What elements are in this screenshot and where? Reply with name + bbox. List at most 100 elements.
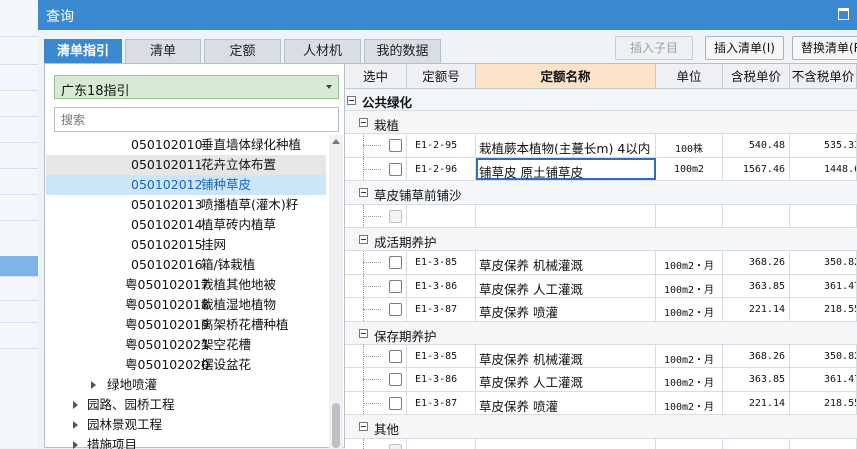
collapse-icon[interactable] — [359, 422, 368, 432]
row-checkbox[interactable] — [389, 139, 402, 153]
replace-list-button[interactable]: 替换清单(R — [792, 36, 857, 60]
name-cell[interactable]: 草皮保养 机械灌溉 — [476, 251, 656, 274]
column-header-code[interactable]: 定额号 — [407, 64, 476, 89]
grid-empty-row[interactable] — [345, 438, 857, 449]
code-cell[interactable]: E1-3-85 — [407, 251, 476, 274]
row-checkbox[interactable] — [389, 279, 402, 293]
unit-cell[interactable]: 100m2・月 — [656, 368, 723, 391]
column-header-price[interactable]: 含税单价 — [723, 64, 790, 89]
code-cell[interactable]: E1-3-86 — [407, 274, 476, 298]
code-cell[interactable]: E1-3-87 — [407, 391, 476, 415]
tree-item[interactable]: 粤050102018 栽植湿地植物 — [46, 295, 326, 315]
grid-group-row[interactable]: 栽植 — [345, 111, 857, 135]
tree-item[interactable]: 措施项目 — [46, 435, 326, 449]
price-cell[interactable]: 363.85 — [723, 368, 790, 391]
scroll-up-icon[interactable] — [332, 139, 340, 144]
unit-cell[interactable]: 100m2・月 — [656, 251, 723, 274]
tree-item[interactable]: 园林景观工程 — [46, 415, 326, 435]
tree-item[interactable]: 粤050102021 架空花槽 — [46, 335, 326, 355]
name-cell[interactable]: 铺草皮 原土铺草皮 — [476, 157, 656, 181]
code-cell[interactable] — [407, 438, 476, 449]
collapse-icon[interactable] — [359, 328, 368, 338]
dialog-titlebar[interactable]: 查询 — [38, 0, 857, 30]
tree-item[interactable]: 050102015 挂网 — [46, 235, 326, 255]
unit-cell[interactable]: 100m2 — [656, 157, 723, 181]
select-cell[interactable] — [345, 134, 407, 157]
row-checkbox[interactable] — [389, 443, 402, 449]
grid-row[interactable]: E1-2-95 栽植蕨本植物(主蔓长m) 4以内 100株 540.48 535.33 — [345, 134, 857, 158]
name-cell[interactable]: 栽植蕨本植物(主蔓长m) 4以内 — [476, 134, 656, 157]
name-cell[interactable] — [476, 204, 656, 227]
price-ex-tax-cell[interactable] — [790, 204, 857, 227]
name-cell[interactable]: 草皮保养 机械灌溉 — [476, 345, 656, 368]
price-ex-tax-cell[interactable] — [790, 438, 857, 449]
row-checkbox[interactable] — [389, 256, 402, 270]
tree-item[interactable]: 050102012 铺种草皮 — [46, 175, 326, 195]
price-cell[interactable]: 368.26 — [723, 345, 790, 368]
unit-cell[interactable]: 100m2・月 — [656, 274, 723, 298]
grid-group-row[interactable]: 成活期养护 — [345, 228, 857, 252]
price-cell[interactable]: 221.14 — [723, 298, 790, 321]
grid-row[interactable]: E1-3-87 草皮保养 喷灌 100m2・月 221.14 218.55 — [345, 298, 857, 322]
expand-arrow-icon[interactable] — [73, 421, 78, 429]
code-cell[interactable]: E1-3-85 — [407, 345, 476, 368]
grid-row[interactable]: E1-3-86 草皮保养 人工灌溉 100m2・月 363.85 361.47 — [345, 274, 857, 299]
unit-cell[interactable] — [656, 438, 723, 449]
price-ex-tax-cell[interactable]: 350.82 — [790, 345, 857, 368]
collapse-icon[interactable] — [359, 118, 368, 127]
select-cell[interactable] — [345, 204, 407, 227]
name-cell[interactable]: 草皮保养 人工灌溉 — [476, 368, 656, 391]
name-cell[interactable]: 草皮保养 喷灌 — [476, 298, 656, 321]
price-cell[interactable]: 1567.46 — [723, 157, 790, 181]
select-cell[interactable] — [345, 298, 407, 321]
insert-list-button[interactable]: 插入清单(I) — [705, 36, 784, 60]
name-cell[interactable] — [476, 438, 656, 449]
tree-item[interactable]: 粤050102019 高架桥花槽种植 — [46, 315, 326, 335]
name-cell[interactable]: 草皮保养 人工灌溉 — [476, 274, 656, 298]
search-input[interactable] — [54, 107, 339, 132]
tree-item[interactable]: 粤050102017 栽植其他地被 — [46, 275, 326, 295]
tree-item[interactable]: 050102014 植草砖内植草 — [46, 215, 326, 235]
grid-row[interactable]: E1-3-85 草皮保养 机械灌溉 100m2・月 368.26 350.82 — [345, 345, 857, 369]
price-cell[interactable]: 363.85 — [723, 274, 790, 298]
grid-root-row[interactable]: 公共绿化 — [345, 89, 857, 111]
tree-item[interactable]: 050102010 垂直墙体绿化种植 — [46, 135, 326, 155]
row-checkbox[interactable] — [389, 303, 402, 317]
tab-my-data[interactable]: 我的数据 — [364, 39, 441, 63]
scrollbar-thumb[interactable] — [332, 403, 340, 448]
select-cell[interactable] — [345, 368, 407, 391]
code-cell[interactable]: E1-2-95 — [407, 134, 476, 157]
grid-row[interactable]: E1-3-86 草皮保养 人工灌溉 100m2・月 363.85 361.47 — [345, 368, 857, 392]
tree-item[interactable]: 粤050102020 摆设盆花 — [46, 355, 326, 375]
guide-select[interactable]: 广东18指引 — [54, 75, 339, 99]
collapse-icon[interactable] — [359, 188, 368, 198]
expand-arrow-icon[interactable] — [73, 401, 78, 409]
tree-item[interactable]: 050102011 花卉立体布置 — [46, 155, 326, 175]
row-checkbox[interactable] — [389, 396, 402, 410]
insert-child-button[interactable]: 插入子目 — [615, 36, 693, 60]
grid-group-row[interactable]: 保存期养护 — [345, 321, 857, 345]
select-cell[interactable] — [345, 391, 407, 415]
price-ex-tax-cell[interactable]: 218.55 — [790, 298, 857, 321]
unit-cell[interactable]: 100m2・月 — [656, 298, 723, 321]
price-cell[interactable]: 221.14 — [723, 391, 790, 415]
unit-cell[interactable]: 100m2・月 — [656, 345, 723, 368]
unit-cell[interactable]: 100m2・月 — [656, 391, 723, 415]
expand-arrow-icon[interactable] — [91, 381, 96, 389]
collapse-icon[interactable] — [359, 235, 368, 244]
grid-row[interactable]: E1-3-85 草皮保养 机械灌溉 100m2・月 368.26 350.82 — [345, 251, 857, 275]
price-cell[interactable] — [723, 204, 790, 227]
code-cell[interactable]: E1-3-87 — [407, 298, 476, 321]
collapse-icon[interactable] — [347, 96, 356, 105]
grid-empty-row[interactable] — [345, 204, 857, 228]
tree-item[interactable]: 050102016 箱/钵栽植 — [46, 255, 326, 275]
tree-scrollbar[interactable] — [329, 135, 343, 448]
price-ex-tax-cell[interactable]: 218.55 — [790, 391, 857, 415]
tree-item[interactable]: 园路、园桥工程 — [46, 395, 326, 415]
column-header-price-ex-tax[interactable]: 不含税单价 — [790, 64, 857, 89]
unit-cell[interactable]: 100株 — [656, 134, 723, 157]
tab-guide[interactable]: 清单指引 — [44, 39, 122, 63]
price-ex-tax-cell[interactable]: 361.47 — [790, 368, 857, 391]
name-cell[interactable]: 草皮保养 喷灌 — [476, 391, 656, 415]
price-cell[interactable]: 540.48 — [723, 134, 790, 157]
